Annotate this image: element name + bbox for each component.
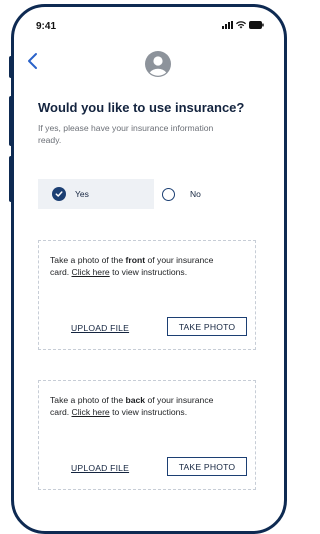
back-word: back bbox=[125, 395, 146, 405]
status-icons bbox=[222, 21, 264, 29]
back-chevron-icon[interactable] bbox=[26, 52, 40, 70]
back-instructions-link[interactable]: Click here bbox=[72, 407, 110, 417]
option-yes-label: Yes bbox=[75, 189, 89, 199]
status-time: 9:41 bbox=[36, 21, 57, 32]
back-card-upload: Take a photo of the back of your insuran… bbox=[38, 380, 256, 490]
radio-checked-icon bbox=[52, 187, 66, 201]
front-card-instructions: Take a photo of the front of your insura… bbox=[50, 255, 214, 277]
front-instructions-link[interactable]: Click here bbox=[72, 267, 110, 277]
option-no-label: No bbox=[190, 189, 201, 199]
front-card-upload: Take a photo of the front of your insura… bbox=[38, 240, 256, 350]
signal-icon bbox=[222, 21, 233, 29]
user-avatar-icon bbox=[145, 51, 171, 77]
phone-screen: 9:41 Would you like to use insurance? If… bbox=[11, 4, 287, 534]
back-upload-file-button[interactable]: UPLOAD FILE bbox=[71, 463, 129, 473]
status-bar: 9:41 bbox=[14, 7, 284, 41]
radio-unchecked-icon bbox=[162, 187, 175, 201]
front-upload-file-button[interactable]: UPLOAD FILE bbox=[71, 323, 129, 333]
page-title: Would you like to use insurance? bbox=[38, 100, 245, 115]
battery-icon bbox=[249, 21, 264, 29]
back-take-photo-button[interactable]: TAKE PHOTO bbox=[167, 457, 247, 476]
front-word: front bbox=[125, 255, 146, 265]
option-yes[interactable]: Yes bbox=[38, 179, 154, 209]
option-no[interactable]: No bbox=[162, 179, 201, 209]
back-card-instructions: Take a photo of the back of your insuran… bbox=[50, 395, 214, 417]
front-take-photo-button[interactable]: TAKE PHOTO bbox=[167, 317, 247, 336]
page-subtitle: If yes, please have your insurance infor… bbox=[38, 123, 214, 145]
wifi-icon bbox=[236, 21, 246, 29]
